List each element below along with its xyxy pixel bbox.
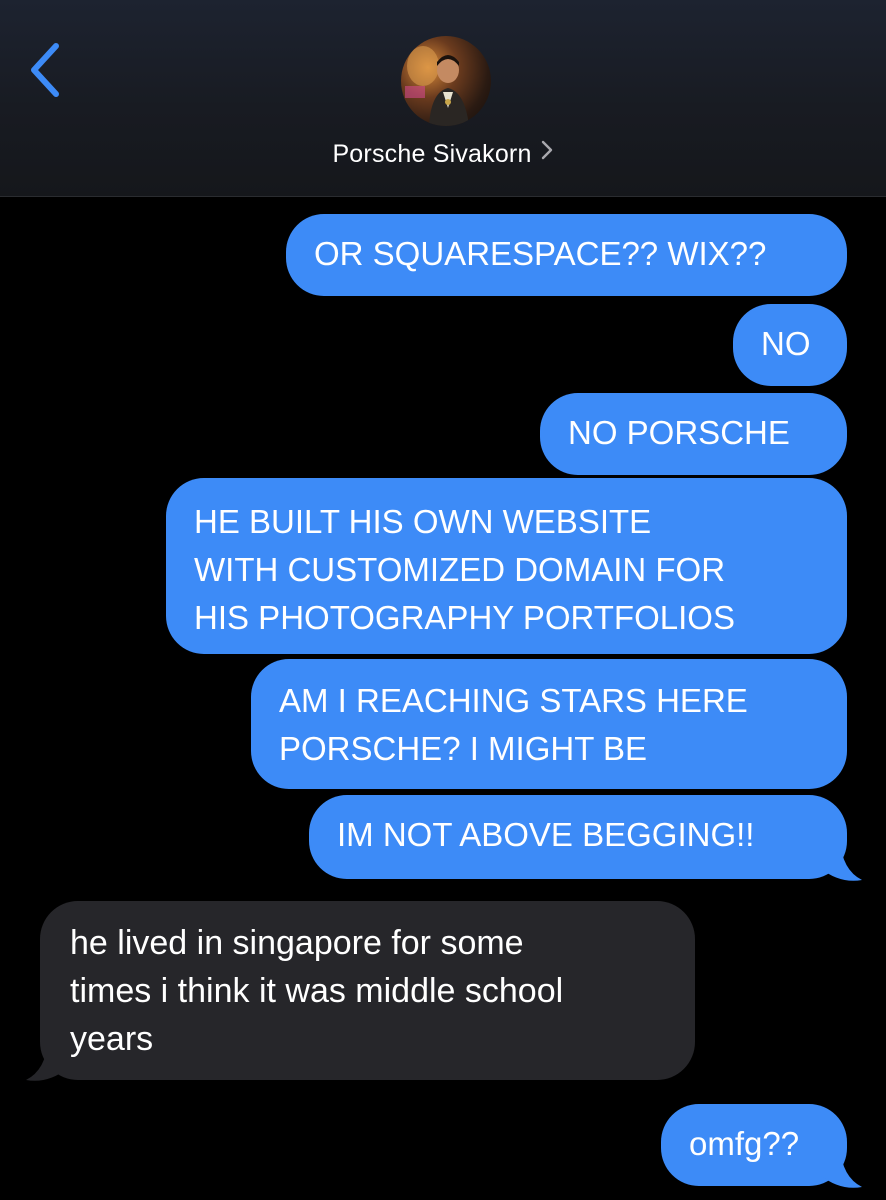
outgoing-message[interactable]: NO PORSCHE xyxy=(540,393,847,475)
outgoing-message[interactable]: AM I REACHING STARS HERE PORSCHE? I MIGH… xyxy=(251,659,847,789)
chevron-right-icon xyxy=(540,139,554,168)
outgoing-message[interactable]: NO xyxy=(733,304,847,386)
bubble-tail-icon xyxy=(820,1147,862,1188)
incoming-message[interactable]: he lived in singapore for some times i t… xyxy=(40,901,695,1080)
conversation-header: Porsche Sivakorn xyxy=(0,0,886,197)
avatar-photo xyxy=(405,46,469,126)
chevron-left-icon[interactable] xyxy=(26,40,66,100)
outgoing-message[interactable]: IM NOT ABOVE BEGGING!! xyxy=(309,795,847,879)
bubble-tail-icon xyxy=(820,840,862,881)
outgoing-message[interactable]: HE BUILT HIS OWN WEBSITE WITH CUSTOMIZED… xyxy=(166,478,847,654)
contact-name-label: Porsche Sivakorn xyxy=(332,140,532,168)
avatar[interactable] xyxy=(401,36,491,126)
bubble-tail-icon xyxy=(26,1040,68,1081)
outgoing-message[interactable]: OR SQUARESPACE?? WIX?? xyxy=(286,214,847,296)
contact-name[interactable]: Porsche Sivakorn xyxy=(0,140,886,169)
